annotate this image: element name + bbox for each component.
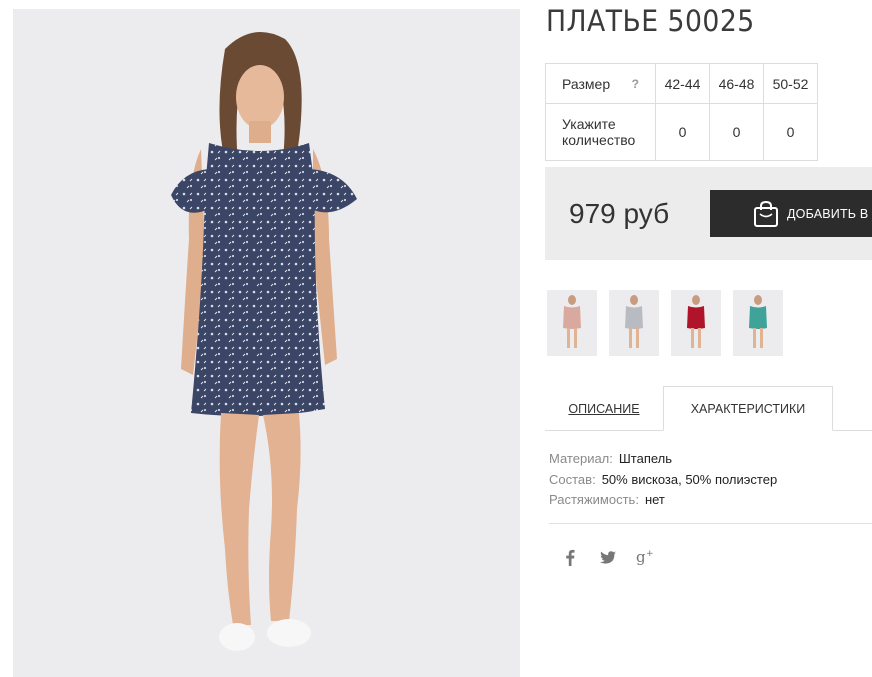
shopping-bag-icon (754, 200, 778, 227)
characteristic-key: Состав: (549, 471, 596, 487)
google-plus-icon[interactable]: g + (636, 545, 656, 569)
quantity-input-46-48[interactable]: 0 (709, 103, 764, 161)
thumb-beige[interactable] (547, 290, 597, 356)
characteristic-key: Растяжимость: (549, 492, 639, 507)
add-to-cart-label: ДОБАВИТЬ В (787, 206, 869, 221)
size-label-cell: Размер ? (545, 63, 656, 104)
size-quantity-table: Размер ? 42-44 46-48 50-52 Укажите колич… (545, 63, 818, 161)
tab-description[interactable]: ОПИСАНИЕ (545, 387, 663, 430)
color-thumbnails (547, 290, 783, 356)
thumb-teal[interactable] (733, 290, 783, 356)
characteristic-value: 50% вискоза, 50% полиэстер (601, 471, 778, 487)
social-share: g + (560, 545, 656, 569)
characteristic-row: Растяжимость: нет (549, 490, 777, 511)
characteristic-row: Состав: 50% вискоза, 50% полиэстер (549, 470, 777, 491)
characteristic-value: нет (644, 492, 665, 507)
characteristic-key: Материал: (549, 451, 613, 466)
size-header-50-52: 50-52 (763, 63, 818, 104)
add-to-cart-button[interactable]: ДОБАВИТЬ В (710, 190, 872, 237)
size-header-42-44: 42-44 (655, 63, 710, 104)
svg-text:g: g (636, 548, 646, 566)
divider (549, 523, 872, 524)
quantity-label: Укажите количество (545, 103, 656, 161)
product-title: ПЛАТЬЕ 50025 (546, 4, 755, 38)
quantity-input-50-52[interactable]: 0 (763, 103, 818, 161)
tab-characteristics[interactable]: ХАРАКТЕРИСТИКИ (663, 386, 833, 431)
facebook-icon[interactable] (560, 545, 580, 569)
twitter-icon[interactable] (598, 545, 618, 569)
price-bar: 979 руб ДОБАВИТЬ В (545, 167, 872, 260)
thumb-gray[interactable] (609, 290, 659, 356)
characteristics-list: Материал: Штапель Состав: 50% вискоза, 50%… (549, 449, 777, 511)
characteristic-row: Материал: Штапель (549, 449, 777, 470)
main-product-photo[interactable] (13, 9, 520, 677)
product-price: 979 руб (569, 198, 670, 229)
thumb-red[interactable] (671, 290, 721, 356)
characteristic-value: Штапель (618, 451, 673, 466)
size-help-icon[interactable]: ? (632, 77, 639, 91)
size-header-46-48: 46-48 (709, 63, 764, 104)
size-label: Размер (562, 75, 611, 92)
quantity-input-42-44[interactable]: 0 (655, 103, 710, 161)
svg-text:+: + (646, 549, 654, 559)
